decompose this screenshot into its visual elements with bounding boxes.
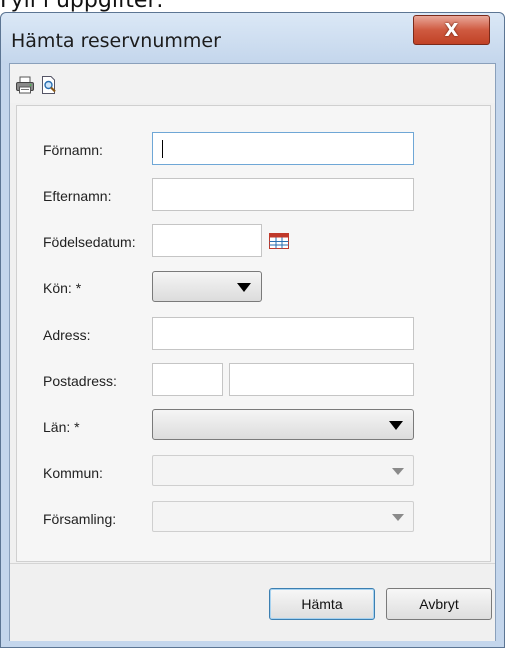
forsamling-dropdown[interactable]: [152, 501, 414, 532]
chevron-down-icon: [392, 514, 404, 521]
kon-label: Kön: *: [43, 280, 82, 296]
text-caret: [162, 140, 163, 158]
dialog-footer: Hämta Avbryt: [10, 563, 495, 641]
title-bar[interactable]: Hämta reservnummer X: [1, 13, 504, 63]
efternamn-label: Efternamn:: [43, 188, 112, 204]
postort-input[interactable]: [229, 363, 414, 396]
print-preview-icon[interactable]: [39, 75, 59, 95]
forsamling-label: Församling:: [43, 511, 117, 527]
kon-dropdown[interactable]: [152, 271, 262, 302]
window-title: Hämta reservnummer: [11, 30, 221, 52]
dialog-client-area: Förnamn: Efternamn: Födelsedatum: Kön: *…: [9, 63, 496, 641]
lan-dropdown[interactable]: [152, 409, 414, 440]
form-panel: Förnamn: Efternamn: Födelsedatum: Kön: *…: [16, 105, 491, 562]
kommun-dropdown[interactable]: [152, 455, 414, 486]
calendar-icon[interactable]: [269, 233, 289, 249]
printer-icon[interactable]: [15, 75, 35, 95]
toolbar: [10, 64, 495, 103]
fodelsedatum-input[interactable]: [152, 224, 262, 257]
adress-input[interactable]: [152, 317, 414, 350]
postnummer-input[interactable]: [152, 363, 223, 396]
fetch-button[interactable]: Hämta: [269, 588, 375, 620]
close-button[interactable]: X: [413, 15, 490, 45]
chevron-down-icon: [237, 283, 251, 292]
kommun-label: Kommun:: [43, 465, 103, 481]
dialog-window: Hämta reservnummer X Förnamn: Efternamn:…: [0, 12, 505, 648]
chevron-down-icon: [392, 468, 404, 475]
efternamn-input[interactable]: [152, 178, 414, 211]
cancel-button[interactable]: Avbryt: [386, 588, 492, 620]
fornamn-input[interactable]: [152, 132, 414, 165]
fodelsedatum-label: Födelsedatum:: [43, 234, 136, 250]
lan-label: Län: *: [43, 419, 80, 435]
chevron-down-icon: [389, 421, 403, 430]
fornamn-label: Förnamn:: [43, 142, 103, 158]
close-icon: X: [444, 19, 459, 41]
postadress-label: Postadress:: [43, 373, 117, 389]
adress-label: Adress:: [43, 327, 91, 343]
